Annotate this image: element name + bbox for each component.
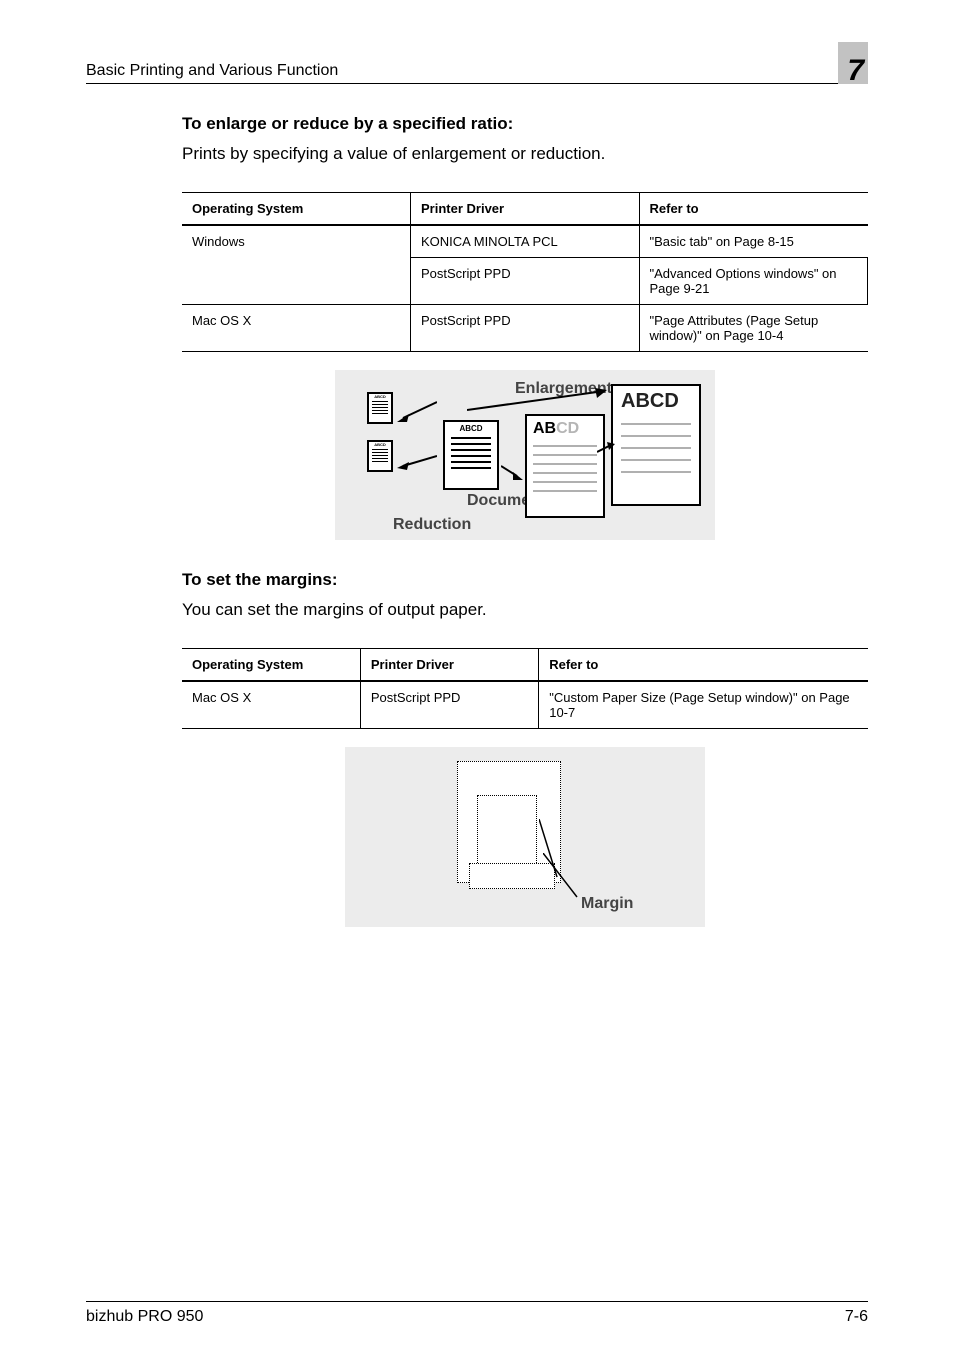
enlarged-page-icon: ABCD: [525, 414, 605, 518]
footer-page-number: 7-6: [845, 1308, 868, 1326]
table-row: Mac OS X PostScript PPD "Custom Paper Si…: [182, 681, 868, 729]
cell-os: Mac OS X: [182, 305, 411, 352]
section-title-enlarge: To enlarge or reduce by a specified rati…: [182, 114, 868, 134]
reduction-arrow-icon: [397, 452, 437, 472]
cell-refer: "Custom Paper Size (Page Setup window)" …: [539, 681, 868, 729]
arrow-icon: [597, 442, 615, 456]
cell-driver: PostScript PPD: [360, 681, 538, 729]
margin-table: Operating System Printer Driver Refer to…: [182, 648, 868, 729]
reduction-arrow-icon: [397, 400, 437, 424]
page-tab-number: 7: [847, 54, 864, 88]
document-page-icon: ABCD: [443, 420, 499, 490]
section-title-margins: To set the margins:: [182, 570, 868, 590]
th-driver: Printer Driver: [360, 649, 538, 682]
reduced-page-icon: ABCD: [367, 440, 393, 472]
th-refer: Refer to: [639, 193, 868, 226]
cell-driver: PostScript PPD: [411, 305, 640, 352]
th-refer: Refer to: [539, 649, 868, 682]
cell-driver: PostScript PPD: [411, 258, 640, 305]
footer-product: bizhub PRO 950: [86, 1308, 203, 1326]
cell-os: Mac OS X: [182, 681, 360, 729]
page-number-tab: 7: [822, 48, 868, 80]
enlargement-arrow-icon: [467, 388, 607, 414]
section-para-enlarge: Prints by specifying a value of enlargem…: [182, 144, 868, 164]
inner-page-icon: [477, 795, 537, 871]
large-enlarged-page-icon: ABCD: [611, 384, 701, 506]
th-os: Operating System: [182, 193, 411, 226]
margin-illustration: Margin: [345, 747, 705, 927]
margin-label: Margin: [581, 895, 633, 913]
cell-refer: "Page Attributes (Page Setup window)" on…: [639, 305, 868, 352]
section-para-margins: You can set the margins of output paper.: [182, 600, 868, 620]
th-driver: Printer Driver: [411, 193, 640, 226]
enlarge-table: Operating System Printer Driver Refer to…: [182, 192, 868, 352]
cell-refer: "Advanced Options windows" on Page 9-21: [639, 258, 868, 305]
enlargement-arrow-icon: [501, 462, 523, 482]
reduced-page-icon: ABCD: [367, 392, 393, 424]
cell-refer: "Basic tab" on Page 8-15: [639, 225, 868, 258]
reduction-label: Reduction: [393, 516, 471, 534]
cell-driver: KONICA MINOLTA PCL: [411, 225, 640, 258]
cell-os: Windows: [182, 225, 411, 305]
page-header-title: Basic Printing and Various Function: [86, 62, 338, 80]
th-os: Operating System: [182, 649, 360, 682]
table-row: Mac OS X PostScript PPD "Page Attributes…: [182, 305, 868, 352]
margin-arrow-icon: [539, 819, 559, 879]
enlarge-reduce-illustration: Enlargement Document Reduction ABCD ABCD…: [335, 370, 715, 540]
table-row: Windows KONICA MINOLTA PCL "Basic tab" o…: [182, 225, 868, 258]
